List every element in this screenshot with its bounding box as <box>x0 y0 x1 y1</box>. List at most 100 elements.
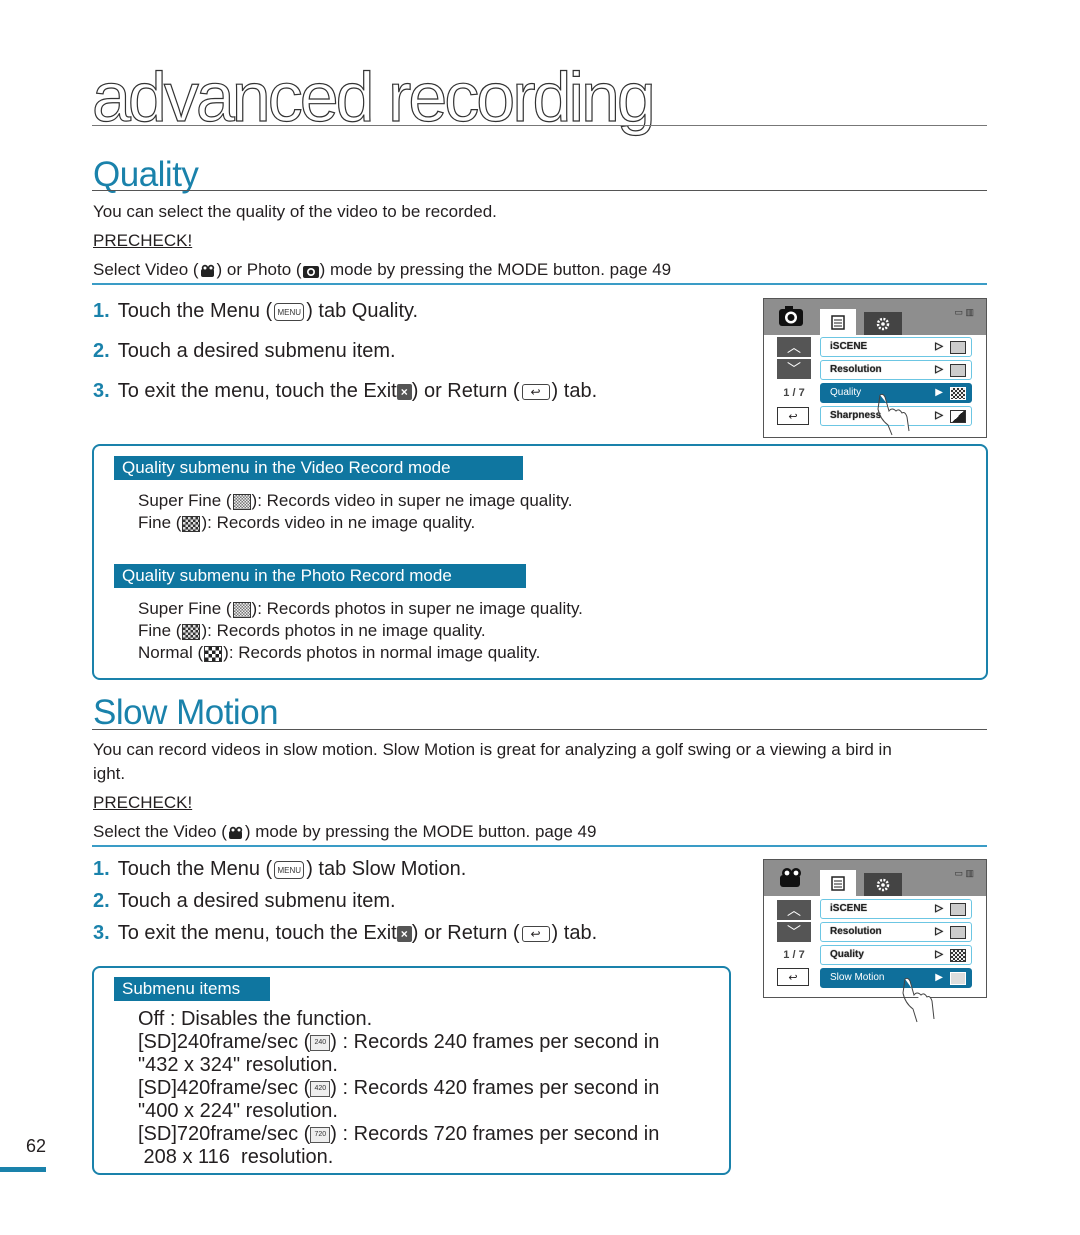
gear-icon <box>876 878 890 892</box>
submenu-420fps: [SD]420frame/sec (420) : Records 420 fra… <box>138 1077 659 1100</box>
arrow-icon: ▷ <box>935 364 943 375</box>
arrow-icon: ▷ <box>935 926 943 937</box>
precheck-text-part: ) or Photo ( <box>216 260 302 279</box>
item-text: ): Records photos in normal image qualit… <box>223 643 541 662</box>
step-text: To exit the menu, touch the Exit <box>117 922 397 944</box>
step-number: 1. <box>93 300 110 322</box>
memory-card-icon: ▭ <box>954 307 963 317</box>
chapter-divider <box>92 125 987 126</box>
status-indicators: ▭ ▥ <box>954 307 974 318</box>
item-text: Fine ( <box>138 621 182 640</box>
step-1: 1. Touch the Menu (MENU) tab Slow Motion. <box>93 857 466 881</box>
scroll-down-button[interactable]: ﹀ <box>777 359 811 379</box>
precheck-text-part: Select Video ( <box>93 260 199 279</box>
step-text: Touch a desired submenu item. <box>117 340 396 362</box>
return-icon: ↩ <box>521 383 550 400</box>
return-button[interactable]: ↩ <box>777 407 809 425</box>
step-text: ) or Return ( <box>411 922 520 944</box>
tab-menu[interactable] <box>820 870 856 896</box>
slow-motion-240-icon: 240 <box>310 1034 331 1051</box>
slow-motion-420-icon: 420 <box>310 1080 331 1097</box>
menu-item-iscene[interactable]: iSCENE ▷ <box>820 899 972 919</box>
submenu-720fps-res: 208 x 116 resolution. <box>138 1146 334 1168</box>
menu-item-label: Resolution <box>830 364 882 375</box>
menu-item-quality[interactable]: Quality ▷ <box>820 945 972 965</box>
step-text: ) tab Quality. <box>306 300 419 322</box>
menu-item-label: Quality <box>830 387 862 398</box>
step-text: Touch the Menu ( <box>117 858 273 880</box>
menu-item-label: Slow Motion <box>830 972 885 983</box>
item-text: [SD]420frame/sec ( <box>138 1077 311 1099</box>
exit-icon: × <box>396 925 412 942</box>
video-camera-icon <box>200 264 214 277</box>
menu-item-label: Resolution <box>830 926 882 937</box>
tab-settings[interactable] <box>864 873 902 896</box>
arrow-icon: ▶ <box>935 387 943 398</box>
submenu-240fps: [SD]240frame/sec (240) : Records 240 fra… <box>138 1031 659 1054</box>
precheck-text-part: ) mode by pressing the MODE button. page… <box>319 260 672 279</box>
precheck-label: PRECHECK! <box>93 793 193 812</box>
photo-camera-icon <box>779 306 803 326</box>
video-item-super-fine: Super Fine (): Records video in super ne… <box>138 490 573 512</box>
touch-hand-icon <box>877 393 910 436</box>
arrow-icon: ▷ <box>935 341 943 352</box>
battery-icon: ▥ <box>965 868 974 878</box>
arrow-icon: ▷ <box>935 949 943 960</box>
precheck-label: PRECHECK! <box>93 231 193 250</box>
section-divider <box>92 729 987 730</box>
step-text: ) tab Slow Motion. <box>306 858 467 880</box>
step-text: Touch a desired submenu item. <box>117 890 396 912</box>
status-indicators: ▭ ▥ <box>954 868 974 879</box>
precheck-divider <box>92 845 987 847</box>
step-text: ) tab. <box>551 380 598 402</box>
menu-item-slow-motion[interactable]: Slow Motion ▶ <box>820 968 972 988</box>
menu-list-icon <box>831 876 845 891</box>
step-text: ) or Return ( <box>411 380 520 402</box>
scroll-up-button[interactable]: ︿ <box>777 337 811 357</box>
screen-tab-bar: ▭ ▥ <box>764 860 986 896</box>
photo-item-fine: Fine ( ): Records photos in ne image qual… <box>138 620 486 642</box>
step-text: Touch the Menu ( <box>117 300 273 322</box>
fine-icon <box>182 623 201 640</box>
step-3: 3. To exit the menu, touch the Exit ×) or … <box>93 379 597 403</box>
slow-motion-info-box: Submenu items Off : Disables the functio… <box>92 966 731 1175</box>
step-number: 3. <box>93 922 110 944</box>
submenu-720fps: [SD]720frame/sec (720) : Records 720 fra… <box>138 1123 659 1146</box>
menu-item-resolution[interactable]: Resolution ▷ <box>820 922 972 942</box>
menu-item-iscene[interactable]: iSCENE ▷ <box>820 337 972 357</box>
gear-icon <box>876 317 890 331</box>
step-2: 2. Touch a desired submenu item. <box>93 339 396 363</box>
page-indicator: 1 / 7 <box>783 387 805 399</box>
box-label-video: Quality submenu in the Video Record mode <box>114 456 523 480</box>
page-number-bar <box>0 1167 46 1172</box>
chapter-title: advanced recording <box>91 58 656 136</box>
scroll-up-button[interactable]: ︿ <box>777 900 811 920</box>
slow-motion-720-icon: 720 <box>310 1126 331 1143</box>
quality-intro: You can select the quality of the video … <box>93 202 497 221</box>
scroll-down-button[interactable]: ﹀ <box>777 922 811 942</box>
section-title-quality: Quality <box>93 155 199 194</box>
step-1: 1. Touch the Menu (MENU) tab Quality. <box>93 299 418 323</box>
section-title-slow-motion: Slow Motion <box>93 693 279 732</box>
menu-item-label: iSCENE <box>830 341 868 352</box>
menu-item-resolution[interactable]: Resolution ▷ <box>820 360 972 380</box>
item-text: [SD]240frame/sec ( <box>138 1031 311 1053</box>
item-text: ): Records photos in ne image quality. <box>201 621 486 640</box>
tab-settings[interactable] <box>864 312 902 335</box>
photo-item-normal: Normal (): Records photos in normal imag… <box>138 642 540 664</box>
submenu-off: Off : Disables the function. <box>138 1008 373 1030</box>
return-button[interactable]: ↩ <box>777 968 809 986</box>
box-label-photo: Quality submenu in the Photo Record mode <box>114 564 526 588</box>
step-text: ) tab. <box>551 922 598 944</box>
menu-icon: MENU <box>274 860 305 879</box>
item-text: ) : Records 720 frames per second in <box>330 1123 660 1145</box>
item-text: ): Records photos in super ne image qual… <box>251 599 583 618</box>
step-number: 2. <box>93 340 110 362</box>
tab-menu[interactable] <box>820 309 856 335</box>
resolution-icon <box>950 926 966 939</box>
step-2: 2. Touch a desired submenu item. <box>93 889 396 913</box>
precheck-text-part: ) mode by pressing the MODE button. page… <box>244 822 597 841</box>
slow-motion-intro-cont: ight. <box>93 764 126 783</box>
item-text: ) : Records 420 frames per second in <box>330 1077 660 1099</box>
touch-hand-icon <box>902 977 935 1023</box>
